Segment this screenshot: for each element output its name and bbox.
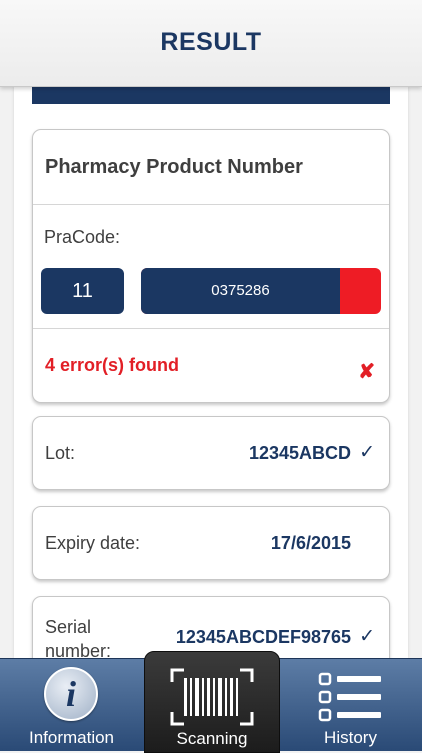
tab-label: History	[324, 728, 377, 747]
expiry-card: Expiry date: 17/6/2015	[32, 506, 390, 580]
top-banner	[32, 86, 390, 104]
page-title: RESULT	[160, 28, 262, 56]
info-icon: i	[44, 667, 98, 721]
barcode-scan-icon	[170, 668, 254, 726]
serial-value: 12345ABCDEF98765	[175, 627, 351, 647]
divider	[33, 204, 389, 205]
serial-label: Serial number:	[45, 615, 111, 658]
serial-card: Serial number: 12345ABCDEF98765 ✓	[32, 596, 390, 658]
tab-label: Information	[28, 728, 115, 747]
expiry-label: Expiry date:	[45, 533, 141, 553]
pracode-label: PraCode:	[44, 227, 121, 247]
check-icon: ✓	[359, 442, 375, 463]
serial-label-line2: number:	[45, 641, 112, 658]
lot-value: 12345ABCD	[248, 443, 351, 463]
pracode-value: 0375286	[141, 268, 340, 314]
lot-label: Lot:	[45, 443, 76, 463]
error-count-text: 4 error(s) found	[45, 355, 180, 375]
pracode-prefix-box: 11	[41, 268, 124, 314]
tab-information[interactable]: i Information	[0, 659, 143, 751]
lot-card: Lot: 12345ABCD ✓	[32, 416, 390, 490]
tab-history[interactable]: History	[279, 659, 422, 751]
header-bar: RESULT	[0, 0, 422, 87]
divider	[33, 328, 389, 329]
product-number-card: Pharmacy Product Number PraCode: 11 0375…	[32, 129, 390, 403]
serial-label-line1: Serial	[45, 617, 92, 637]
pracode-value-box: 0375286	[141, 268, 381, 314]
tab-bar: i Information Scanning History	[0, 651, 422, 753]
result-content[interactable]: Pharmacy Product Number PraCode: 11 0375…	[14, 86, 408, 658]
tab-label: Scanning	[176, 729, 248, 748]
tab-scanning[interactable]: Scanning	[144, 651, 280, 753]
list-icon	[318, 672, 381, 722]
product-card-title: Pharmacy Product Number	[45, 156, 303, 178]
expiry-value: 17/6/2015	[270, 533, 351, 553]
x-mark-icon[interactable]: ✘	[358, 359, 375, 384]
check-icon: ✓	[359, 626, 375, 647]
